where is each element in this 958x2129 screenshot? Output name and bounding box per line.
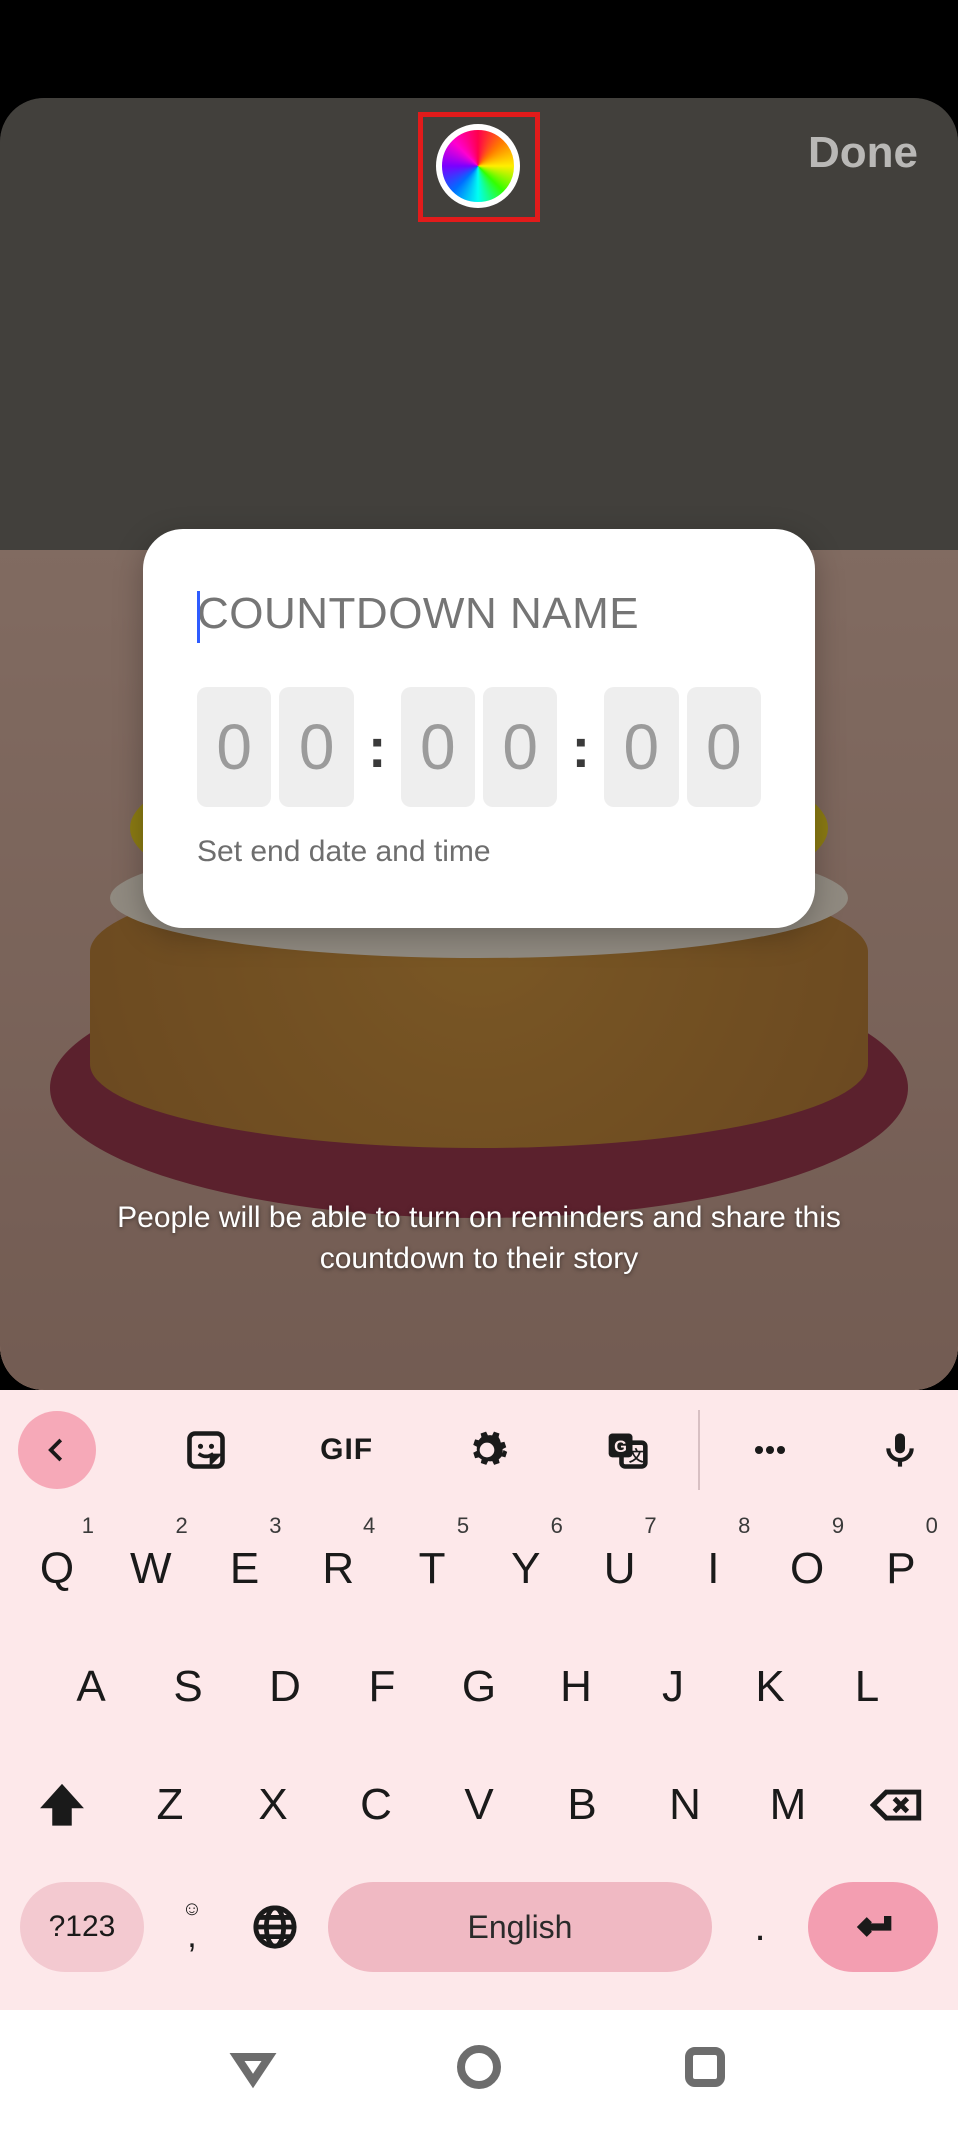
- key-b[interactable]: B: [539, 1757, 625, 1853]
- countdown-info-text: People will be able to turn on reminders…: [0, 1198, 958, 1279]
- key-c[interactable]: C: [333, 1757, 419, 1853]
- key-h[interactable]: H: [533, 1639, 619, 1735]
- colon-separator: :: [362, 715, 393, 780]
- key-s[interactable]: S: [145, 1639, 231, 1735]
- nav-recents-button[interactable]: [681, 2043, 729, 2096]
- android-navigation-bar: [0, 2010, 958, 2129]
- key-x[interactable]: X: [230, 1757, 316, 1853]
- key-q[interactable]: Q1: [14, 1521, 100, 1617]
- svg-text:G: G: [615, 1438, 628, 1456]
- color-picker-icon[interactable]: [436, 124, 520, 208]
- digit-hour-ones: 0: [279, 687, 353, 807]
- key-p[interactable]: P0: [858, 1521, 944, 1617]
- set-end-date-label[interactable]: Set end date and time: [197, 835, 761, 869]
- countdown-sticker-card[interactable]: 0 0 : 0 0 : 0 0 Set end date and time: [143, 529, 815, 928]
- language-switch-key[interactable]: [240, 1904, 310, 1950]
- digit-hour-tens: 0: [197, 687, 271, 807]
- key-z[interactable]: Z: [127, 1757, 213, 1853]
- on-screen-keyboard: GIF G文 Q1W2E3R4T5Y6U7I8O9P0 ASDFGHJKL: [0, 1390, 958, 2010]
- settings-icon[interactable]: [417, 1410, 557, 1490]
- more-icon[interactable]: [700, 1410, 840, 1490]
- translate-icon[interactable]: G文: [557, 1410, 699, 1490]
- countdown-name-input[interactable]: [197, 589, 761, 639]
- svg-text:文: 文: [629, 1447, 644, 1465]
- gif-button[interactable]: GIF: [276, 1410, 416, 1490]
- done-button[interactable]: Done: [808, 128, 918, 178]
- countdown-timer-display[interactable]: 0 0 : 0 0 : 0 0: [197, 687, 761, 807]
- key-r[interactable]: R4: [295, 1521, 381, 1617]
- digit-sec-ones: 0: [687, 687, 761, 807]
- key-o[interactable]: O9: [764, 1521, 850, 1617]
- sticker-icon[interactable]: [136, 1410, 276, 1490]
- symbols-key[interactable]: ?123: [20, 1882, 144, 1972]
- nav-home-button[interactable]: [455, 2043, 503, 2096]
- key-y[interactable]: Y6: [483, 1521, 569, 1617]
- key-d[interactable]: D: [242, 1639, 328, 1735]
- key-t[interactable]: T5: [389, 1521, 475, 1617]
- digit-min-tens: 0: [401, 687, 475, 807]
- key-k[interactable]: K: [727, 1639, 813, 1735]
- key-e[interactable]: E3: [202, 1521, 288, 1617]
- backspace-key[interactable]: [848, 1765, 944, 1845]
- key-v[interactable]: V: [436, 1757, 522, 1853]
- key-f[interactable]: F: [339, 1639, 425, 1735]
- key-m[interactable]: M: [745, 1757, 831, 1853]
- keyboard-collapse-button[interactable]: [18, 1411, 96, 1489]
- text-cursor: [197, 591, 200, 643]
- key-n[interactable]: N: [642, 1757, 728, 1853]
- key-a[interactable]: A: [48, 1639, 134, 1735]
- shift-key[interactable]: [14, 1765, 110, 1845]
- key-j[interactable]: J: [630, 1639, 716, 1735]
- digit-min-ones: 0: [483, 687, 557, 807]
- microphone-icon[interactable]: [860, 1430, 940, 1470]
- key-g[interactable]: G: [436, 1639, 522, 1735]
- digit-sec-tens: 0: [604, 687, 678, 807]
- enter-key[interactable]: [808, 1882, 938, 1972]
- spacebar-key[interactable]: English: [328, 1882, 712, 1972]
- nav-back-button[interactable]: [229, 2043, 277, 2096]
- key-i[interactable]: I8: [670, 1521, 756, 1617]
- key-w[interactable]: W2: [108, 1521, 194, 1617]
- period-key[interactable]: .: [730, 1905, 790, 1950]
- key-u[interactable]: U7: [577, 1521, 663, 1617]
- comma-key[interactable]: ☺ ,: [162, 1898, 222, 1956]
- colon-separator: :: [565, 715, 596, 780]
- key-l[interactable]: L: [824, 1639, 910, 1735]
